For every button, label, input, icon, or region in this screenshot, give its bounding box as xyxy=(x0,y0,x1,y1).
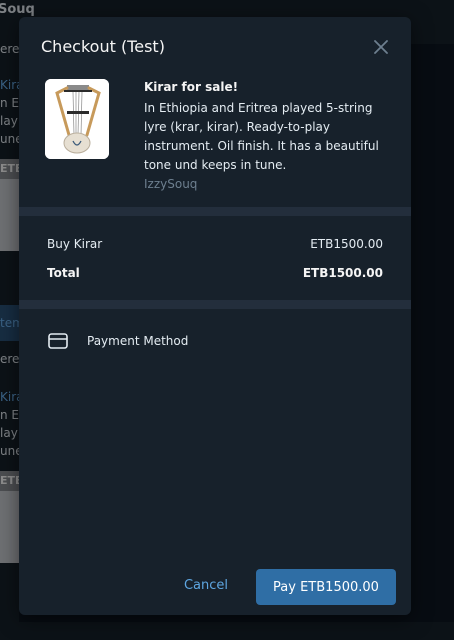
pay-button[interactable]: Pay ETB1500.00 xyxy=(256,569,396,605)
section-divider xyxy=(19,300,411,309)
product-seller: IzzySouq xyxy=(144,177,198,191)
line-item-label: Buy Kirar xyxy=(47,237,103,251)
line-item-price: ETB1500.00 xyxy=(310,237,383,251)
product-title: Kirar for sale! xyxy=(144,80,239,94)
checkout-modal: Checkout (Test) Kirar for sale! In Ethio… xyxy=(19,17,411,615)
line-item-row: Buy Kirar ETB1500.00 xyxy=(47,237,383,251)
close-icon[interactable] xyxy=(371,37,391,57)
kirar-lyre-image xyxy=(45,79,109,159)
cancel-button[interactable]: Cancel xyxy=(173,573,239,597)
payment-method-label: Payment Method xyxy=(87,334,189,348)
total-price: ETB1500.00 xyxy=(302,266,383,280)
section-divider xyxy=(19,207,411,216)
total-row: Total ETB1500.00 xyxy=(47,266,383,280)
product-description: In Ethiopia and Eritrea played 5-string … xyxy=(144,101,379,172)
credit-card-icon xyxy=(47,332,69,350)
payment-method-row[interactable]: Payment Method xyxy=(47,331,188,351)
modal-title: Checkout (Test) xyxy=(41,37,165,56)
total-label: Total xyxy=(47,266,80,280)
